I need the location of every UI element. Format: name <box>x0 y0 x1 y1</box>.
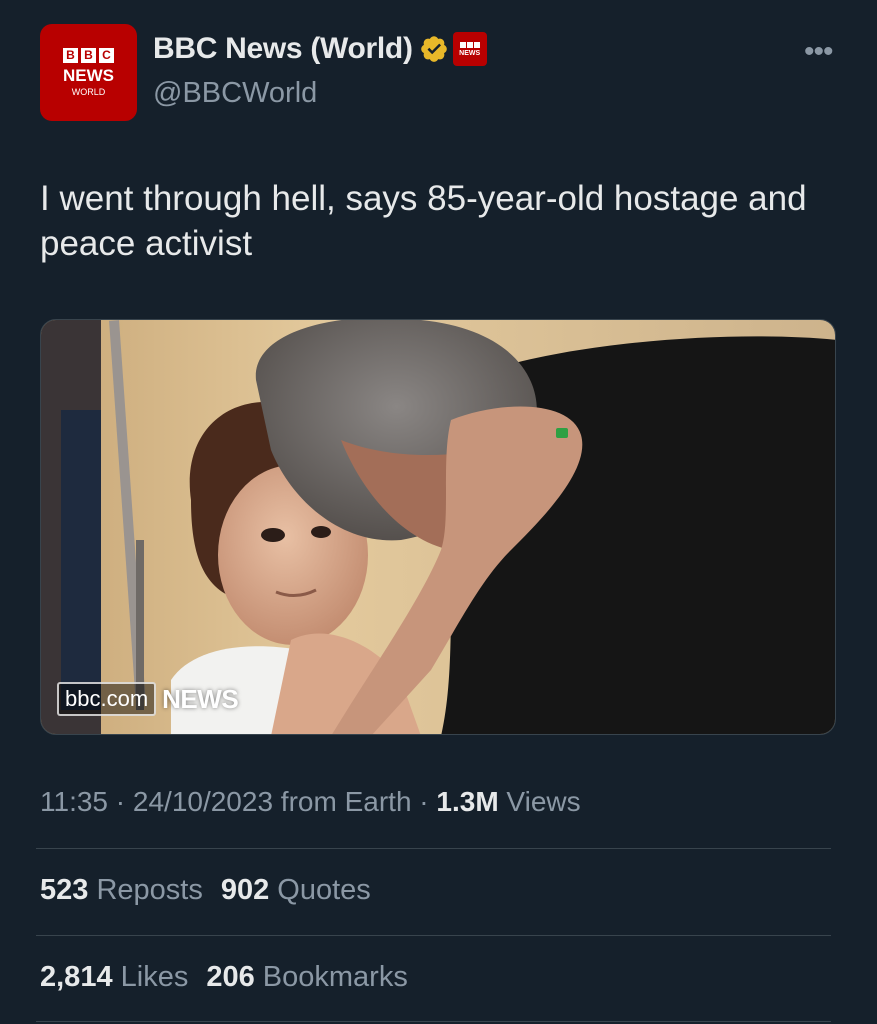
tweet-metadata: 11:35 · 24/10/2023 from Earth · 1.3M Vie… <box>40 786 581 818</box>
meta-separator: · <box>411 786 437 817</box>
bookmarks-label: Bookmarks <box>262 961 408 993</box>
name-row: BBC News (World) NEWS <box>153 32 487 66</box>
avatar-world-label: WORLD <box>71 86 106 97</box>
tweet-date[interactable]: 24/10/2023 <box>133 786 273 817</box>
bbc-watermark: bbc.com NEWS <box>57 682 239 716</box>
tweet-source: from Earth <box>273 786 412 817</box>
bbc-logo-blocks: B B C <box>63 47 114 63</box>
divider <box>36 848 831 849</box>
reposts-count: 523 <box>40 874 89 906</box>
engagement-row-1: 523 Reposts 902 Quotes <box>40 874 371 907</box>
likes-stat[interactable]: 2,814 Likes <box>40 961 188 994</box>
tweet-text: I went through hell, says 85-year-old ho… <box>40 179 807 263</box>
reposts-stat[interactable]: 523 Reposts <box>40 874 203 907</box>
bookmarks-count: 206 <box>206 961 255 993</box>
affiliate-badge-label: NEWS <box>459 49 481 57</box>
quotes-stat[interactable]: 902 Quotes <box>221 874 371 907</box>
watermark-brand: NEWS <box>162 683 239 714</box>
account-handle[interactable]: @BBCWorld <box>153 77 317 110</box>
display-name[interactable]: BBC News (World) <box>153 32 413 66</box>
bookmarks-stat[interactable]: 206 Bookmarks <box>206 961 408 994</box>
engagement-row-2: 2,814 Likes 206 Bookmarks <box>40 961 408 994</box>
views-count: 1.3M <box>436 786 499 817</box>
divider <box>36 935 831 936</box>
watermark-url: bbc.com <box>57 682 157 716</box>
likes-label: Likes <box>120 961 189 993</box>
reposts-label: Reposts <box>96 874 203 906</box>
avatar[interactable]: B B C NEWS WORLD <box>40 24 137 121</box>
quotes-count: 902 <box>220 874 270 906</box>
tweet-time[interactable]: 11:35 <box>40 786 108 817</box>
affiliate-badge-icon[interactable]: NEWS <box>452 32 487 66</box>
likes-count: 2,814 <box>40 961 113 993</box>
tweet-header: B B C NEWS WORLD BBC News (World) NEWS @… <box>40 24 840 124</box>
avatar-news-label: NEWS <box>63 65 114 85</box>
more-options-icon[interactable]: ••• <box>804 37 833 67</box>
quotes-label: Quotes <box>277 874 371 906</box>
views-label: Views <box>498 786 581 817</box>
verified-badge-icon[interactable] <box>419 34 449 64</box>
divider <box>36 1021 831 1022</box>
meta-separator: · <box>108 786 133 817</box>
tweet-photo[interactable]: bbc.com NEWS <box>40 319 836 735</box>
photo-illustration <box>41 320 835 734</box>
